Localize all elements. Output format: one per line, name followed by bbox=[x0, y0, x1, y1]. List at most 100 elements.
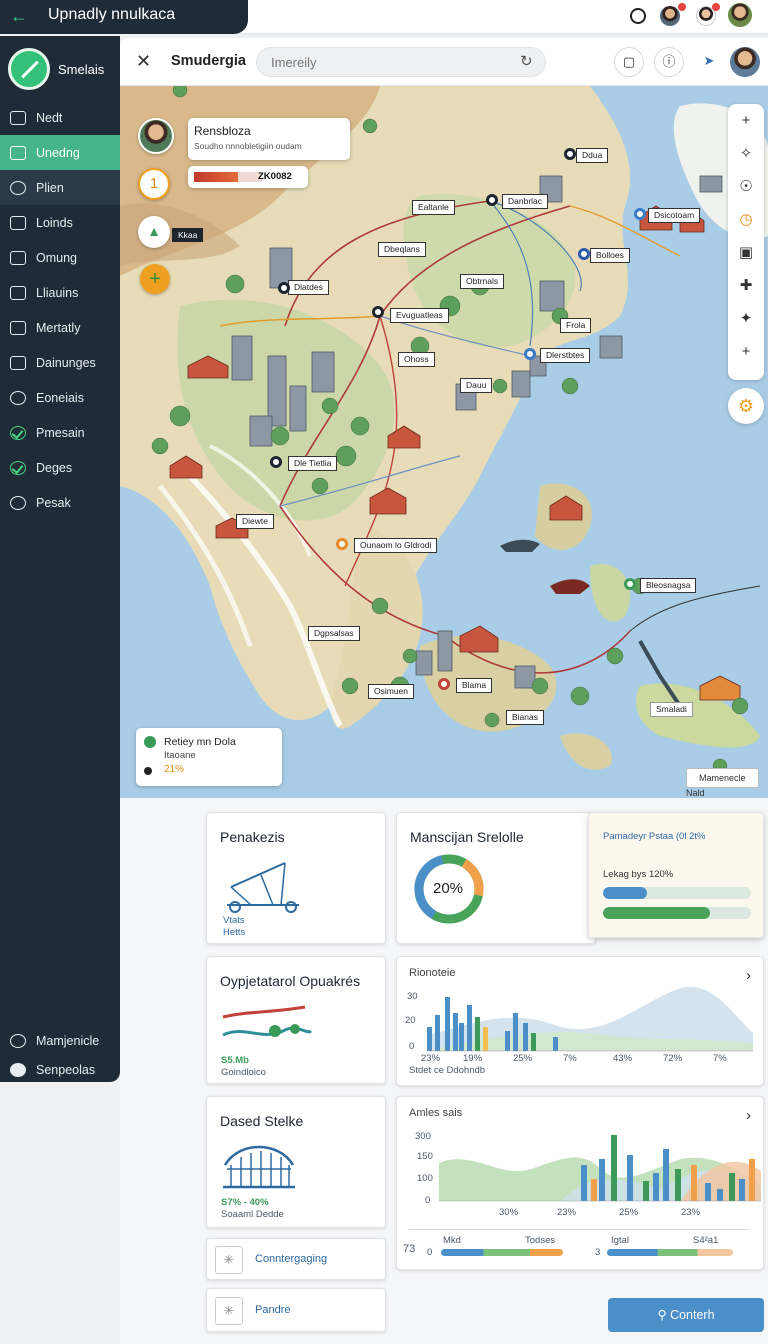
crosshair-icon[interactable]: ✚ bbox=[728, 269, 764, 302]
dashboard-card-penakezis[interactable]: Penakezis Vtats Hetts bbox=[206, 812, 386, 944]
target-icon[interactable]: ☉ bbox=[728, 170, 764, 203]
map-label[interactable]: Dlatdes bbox=[288, 280, 329, 295]
map-node[interactable] bbox=[372, 306, 384, 318]
sidebar-bottom-item-1[interactable]: Senpeolas bbox=[0, 1055, 120, 1084]
map-node[interactable] bbox=[486, 194, 498, 206]
sidebar-item-11[interactable]: Pesak bbox=[0, 485, 120, 520]
map-label[interactable]: Ealtanle bbox=[412, 200, 455, 215]
sidebar-item-5[interactable]: Lliauins bbox=[0, 275, 120, 310]
map-label[interactable]: Blama bbox=[456, 678, 493, 693]
settings-gear-icon[interactable]: ⚙ bbox=[728, 388, 764, 424]
map-node[interactable] bbox=[336, 538, 348, 550]
dashboard-card-dased[interactable]: Dased Stelke S7% - 40% Soaaml Dedde bbox=[206, 1096, 386, 1228]
contact-button[interactable]: ⚲ Conterh bbox=[608, 1298, 764, 1332]
sidebar-bottom: Mamjenicle Senpeolas bbox=[0, 1026, 120, 1084]
send-icon[interactable]: ➤ bbox=[694, 47, 724, 77]
notification-avatar-icon[interactable] bbox=[660, 6, 680, 26]
map-label[interactable]: Bianas bbox=[506, 710, 544, 725]
x-axis-label: 7% bbox=[563, 1053, 577, 1064]
sidebar-item-4[interactable]: Omung bbox=[0, 240, 120, 275]
sidebar-item-label: Mamjenicle bbox=[36, 1033, 100, 1048]
sidebar-item-10[interactable]: Deges bbox=[0, 450, 120, 485]
map-label[interactable]: Obtrnals bbox=[460, 274, 505, 289]
square-icon bbox=[10, 320, 26, 335]
link-row-pandre[interactable]: ✳ Pandre bbox=[206, 1288, 386, 1332]
sidebar-item-1[interactable]: Unedng bbox=[0, 135, 120, 170]
map-label[interactable]: Dbeqlans bbox=[378, 242, 426, 257]
chevron-right-icon[interactable]: › bbox=[746, 1107, 751, 1124]
side-badge-number[interactable]: 1 bbox=[138, 168, 170, 200]
map-canvas[interactable] bbox=[120, 86, 768, 798]
link-row-conntergaging[interactable]: ✳ Conntergaging bbox=[206, 1238, 386, 1280]
map-user-avatar[interactable] bbox=[730, 47, 760, 77]
map-node[interactable] bbox=[270, 456, 282, 468]
map-label[interactable]: Ounaom lo Gldrodi bbox=[354, 538, 438, 553]
profile-overlay[interactable]: Rensbloza Soudho nnnobletigiin oudam bbox=[188, 118, 350, 160]
map-node[interactable] bbox=[278, 282, 290, 294]
sidebar-item-0[interactable]: Nedt bbox=[0, 100, 120, 135]
map-label[interactable]: Diewte bbox=[236, 514, 274, 529]
sidebar-item-3[interactable]: Loinds bbox=[0, 205, 120, 240]
legend-overlay[interactable]: Retiey mn Dola Itaoane 21% bbox=[136, 728, 282, 786]
map-label[interactable]: Frola bbox=[560, 318, 592, 333]
progress-fill bbox=[603, 907, 710, 919]
map-node[interactable] bbox=[634, 208, 646, 220]
dashboard-card-chart-1[interactable]: Rionoteie › 30 20 0 23% 19% 25% 7% 43% 7… bbox=[396, 956, 764, 1086]
layers-icon[interactable]: ▣ bbox=[728, 236, 764, 269]
screen-icon[interactable]: ▢ bbox=[614, 47, 644, 77]
close-icon[interactable]: ✕ bbox=[136, 51, 151, 72]
map-label[interactable]: Bleosnagsa bbox=[640, 578, 697, 593]
sidebar-item-8[interactable]: Eoneiais bbox=[0, 380, 120, 415]
map-label[interactable]: Dlerstbtes bbox=[540, 348, 591, 363]
divider bbox=[409, 1229, 749, 1230]
profile-avatar[interactable] bbox=[138, 118, 174, 154]
map-label[interactable]: Ddua bbox=[576, 148, 609, 163]
sidebar-item-9[interactable]: Pmesain bbox=[0, 415, 120, 450]
compass-icon[interactable]: ✧ bbox=[728, 137, 764, 170]
progress-overlay: ZK0082 bbox=[188, 166, 308, 188]
add-icon[interactable]: + bbox=[728, 335, 764, 368]
side-badge-marker-icon[interactable]: ▲ bbox=[138, 216, 170, 248]
map-node[interactable] bbox=[524, 348, 536, 360]
sidebar-item-7[interactable]: Dainunges bbox=[0, 345, 120, 380]
map-node[interactable] bbox=[578, 248, 590, 260]
dashboard-card-opuakres[interactable]: Oypjetatarol Opuakrés S5.Mb Goindloico bbox=[206, 956, 386, 1084]
map-node[interactable] bbox=[438, 678, 450, 690]
back-arrow-icon[interactable]: ← bbox=[10, 6, 28, 26]
add-marker-icon[interactable]: + bbox=[140, 264, 170, 294]
map-label[interactable]: Evuguatleas bbox=[390, 308, 449, 323]
map-node[interactable] bbox=[624, 578, 636, 590]
panel-icon bbox=[10, 215, 26, 230]
locate-icon[interactable]: ✦ bbox=[728, 302, 764, 335]
legend-bar bbox=[607, 1249, 733, 1256]
refresh-icon[interactable]: ↻ bbox=[520, 52, 533, 70]
brand[interactable]: Smelais bbox=[8, 48, 118, 94]
sidebar-bottom-item-0[interactable]: Mamjenicle bbox=[0, 1026, 120, 1055]
time-icon[interactable]: ◷ bbox=[728, 203, 764, 236]
titlebar-dark-area: ← Upnadly nnulkaca bbox=[0, 0, 248, 34]
sidebar-item-2[interactable]: Plien bbox=[0, 170, 120, 205]
map-label[interactable]: Danbrlac bbox=[502, 194, 549, 209]
profile-avatar-icon[interactable] bbox=[728, 3, 752, 27]
map-label[interactable]: Dauu bbox=[460, 378, 493, 393]
map-label[interactable]: Dgpsalsas bbox=[308, 626, 360, 641]
map-label[interactable]: Osimuen bbox=[368, 684, 415, 699]
map-label[interactable]: Dle Tietlia bbox=[288, 456, 338, 471]
dashboard-card-progress[interactable]: Pamadeyr Pstaa (0l 2t% Lekag bys 120% bbox=[588, 812, 764, 938]
sidebar-item-label: Unedng bbox=[36, 145, 80, 160]
search-input[interactable] bbox=[256, 47, 546, 77]
info-icon[interactable]: ⓘ bbox=[654, 47, 684, 77]
map-label[interactable]: Bolloes bbox=[590, 248, 630, 263]
dashboard-card-chart-2[interactable]: Amles sais › 300 150 100 0 30% 23% 25% 2… bbox=[396, 1096, 764, 1270]
window-titlebar: ← Upnadly nnulkaca bbox=[0, 0, 768, 34]
zoom-in-icon[interactable]: + bbox=[728, 104, 764, 137]
map-label[interactable]: Ohoss bbox=[398, 352, 435, 367]
clock-icon[interactable] bbox=[630, 8, 646, 24]
map-label[interactable]: Smaladi bbox=[650, 702, 693, 717]
badge-dot-icon bbox=[678, 3, 686, 11]
map-label[interactable]: Dsicotoam bbox=[648, 208, 701, 223]
chevron-right-icon[interactable]: › bbox=[746, 967, 751, 984]
dashboard-card-donut[interactable]: Manscijan Srelolle 20% bbox=[396, 812, 596, 944]
map-node[interactable] bbox=[564, 148, 576, 160]
sidebar-item-6[interactable]: Mertatly bbox=[0, 310, 120, 345]
